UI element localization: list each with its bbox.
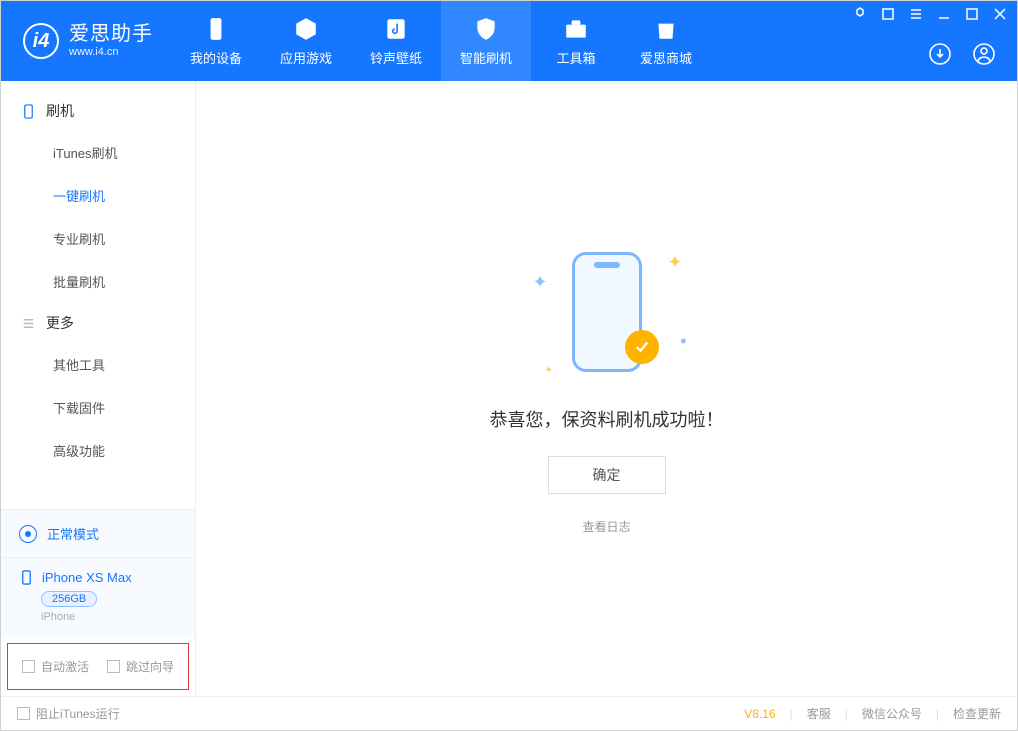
music-note-icon: [383, 16, 409, 42]
sidebar-item-pro-flash[interactable]: 专业刷机: [1, 217, 195, 260]
nav-label: 智能刷机: [460, 48, 512, 67]
nav-my-device[interactable]: 我的设备: [171, 1, 261, 81]
nav-toolbox[interactable]: 工具箱: [531, 1, 621, 81]
sidebar-item-batch-flash[interactable]: 批量刷机: [1, 260, 195, 303]
checkbox-auto-activate[interactable]: 自动激活: [22, 658, 89, 675]
sparkle-icon: ✦: [533, 272, 548, 293]
footer: 阻止iTunes运行 V8.16 | 客服 | 微信公众号 | 检查更新: [1, 696, 1017, 730]
device-name: iPhone XS Max: [42, 570, 132, 585]
flash-options-highlight: 自动激活 跳过向导: [7, 643, 189, 690]
mode-indicator-icon: [19, 525, 37, 543]
download-icon[interactable]: [927, 41, 953, 67]
success-illustration: ✦ ✦ • ✦: [527, 242, 687, 382]
sidebar-item-other-tools[interactable]: 其他工具: [1, 343, 195, 386]
nav-smart-flash[interactable]: 智能刷机: [441, 1, 531, 81]
checkbox-icon: [17, 707, 30, 720]
maximize-icon[interactable]: [965, 7, 979, 21]
sparkle-icon: ✦: [667, 252, 682, 273]
app-logo: i4 爱思助手 www.i4.cn: [1, 1, 171, 81]
device-capacity: 256GB: [41, 591, 97, 607]
nav-label: 铃声壁纸: [370, 48, 422, 67]
nav-store[interactable]: 爱思商城: [621, 1, 711, 81]
app-name-en: www.i4.cn: [69, 46, 153, 59]
sidebar-group-label: 更多: [46, 313, 74, 333]
menu-icon[interactable]: [909, 7, 923, 21]
topbar: i4 爱思助手 www.i4.cn 我的设备 应用游戏 铃声壁纸 智能刷机 工具…: [1, 1, 1017, 81]
toolbox-icon: [563, 16, 589, 42]
ok-button[interactable]: 确定: [548, 456, 666, 494]
device-info[interactable]: iPhone XS Max 256GB iPhone: [1, 557, 195, 637]
version-label: V8.16: [744, 707, 775, 721]
sidebar-item-oneclick-flash[interactable]: 一键刷机: [1, 174, 195, 217]
user-controls: [927, 41, 997, 67]
nav-apps-games[interactable]: 应用游戏: [261, 1, 351, 81]
checkbox-label: 自动激活: [41, 658, 89, 675]
sidebar: 刷机 iTunes刷机 一键刷机 专业刷机 批量刷机 更多 其他工具 下载固件 …: [1, 81, 196, 696]
sidebar-item-itunes-flash[interactable]: iTunes刷机: [1, 131, 195, 174]
sidebar-group-label: 刷机: [46, 101, 74, 121]
main-content: ✦ ✦ • ✦ 恭喜您，保资料刷机成功啦！ 确定 查看日志: [196, 81, 1017, 696]
success-check-icon: [625, 330, 659, 364]
user-icon[interactable]: [971, 41, 997, 67]
nav-label: 工具箱: [556, 48, 595, 67]
cube-icon: [293, 16, 319, 42]
phone-icon: [203, 16, 229, 42]
window-controls: [853, 7, 1007, 21]
device-icon: [21, 104, 36, 119]
checkbox-icon: [22, 660, 35, 673]
feedback-icon[interactable]: [853, 7, 867, 21]
app-name-cn: 爱思助手: [69, 23, 153, 46]
body: 刷机 iTunes刷机 一键刷机 专业刷机 批量刷机 更多 其他工具 下载固件 …: [1, 81, 1017, 696]
footer-link-wechat[interactable]: 微信公众号: [862, 705, 922, 722]
close-icon[interactable]: [993, 7, 1007, 21]
sidebar-item-advanced[interactable]: 高级功能: [1, 429, 195, 472]
device-type: iPhone: [41, 611, 177, 623]
footer-link-update[interactable]: 检查更新: [953, 705, 1001, 722]
checkbox-label: 跳过向导: [126, 658, 174, 675]
minimize-icon[interactable]: [937, 7, 951, 21]
view-log-link[interactable]: 查看日志: [582, 518, 630, 535]
mode-label: 正常模式: [47, 524, 99, 543]
shopping-bag-icon: [653, 16, 679, 42]
sidebar-item-download-firmware[interactable]: 下载固件: [1, 386, 195, 429]
logo-icon: i4: [23, 23, 59, 59]
sparkle-icon: •: [680, 331, 686, 352]
checkbox-skip-guide[interactable]: 跳过向导: [107, 658, 174, 675]
sidebar-group-more: 更多: [1, 303, 195, 343]
footer-link-service[interactable]: 客服: [807, 705, 831, 722]
main-nav: 我的设备 应用游戏 铃声壁纸 智能刷机 工具箱 爱思商城: [171, 1, 711, 81]
checkbox-block-itunes[interactable]: 阻止iTunes运行: [17, 705, 120, 722]
phone-outline-icon: [19, 570, 34, 585]
success-message: 恭喜您，保资料刷机成功啦！: [490, 406, 724, 432]
refresh-shield-icon: [473, 16, 499, 42]
checkbox-icon: [107, 660, 120, 673]
sparkle-icon: ✦: [545, 365, 553, 376]
skin-icon[interactable]: [881, 7, 895, 21]
nav-label: 应用游戏: [280, 48, 332, 67]
nav-label: 我的设备: [190, 48, 242, 67]
device-mode[interactable]: 正常模式: [1, 510, 195, 557]
nav-ringtone-wallpaper[interactable]: 铃声壁纸: [351, 1, 441, 81]
nav-label: 爱思商城: [640, 48, 692, 67]
list-icon: [21, 316, 36, 331]
checkbox-label: 阻止iTunes运行: [36, 705, 120, 722]
sidebar-group-flash: 刷机: [1, 91, 195, 131]
